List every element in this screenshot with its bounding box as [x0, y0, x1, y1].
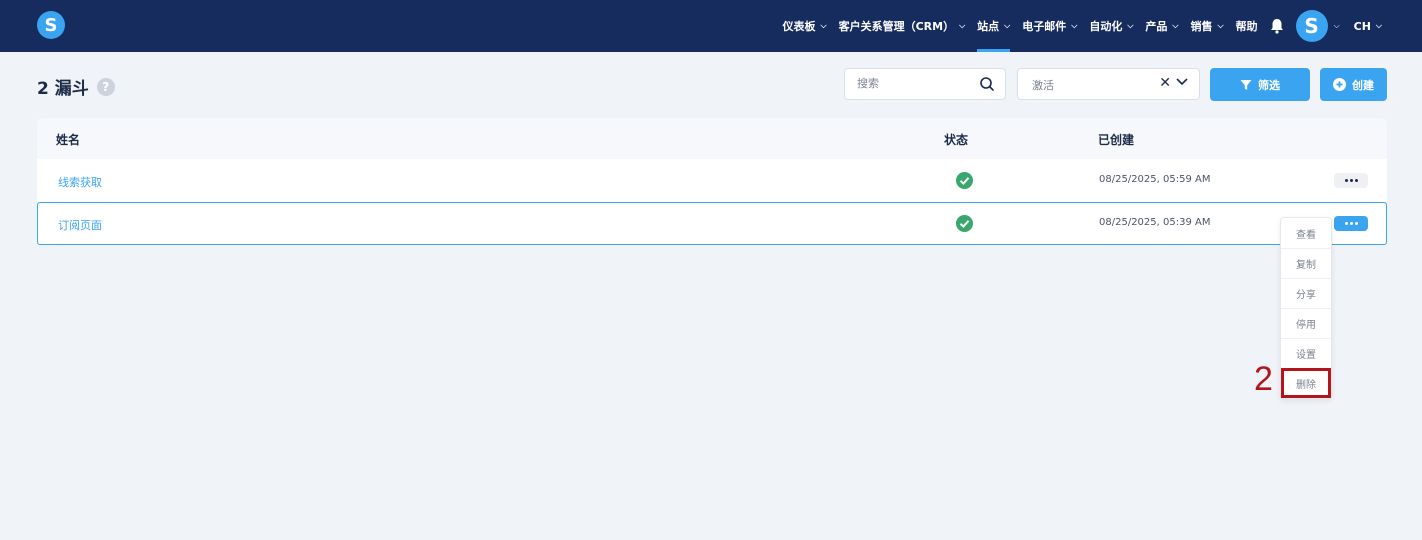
status-check-icon: [956, 215, 973, 236]
row-actions-menu: 查看 复制 分享 停用 设置 删除: [1280, 217, 1332, 399]
nav-item-label: 站点: [977, 20, 1000, 33]
nav-item-label: 产品: [1145, 20, 1168, 33]
language-selector[interactable]: CH ⌵: [1348, 0, 1388, 52]
table-header: 姓名 状态 已创建: [37, 118, 1387, 159]
nav-item-label: 自动化: [1089, 20, 1123, 33]
menu-item-delete[interactable]: 删除: [1281, 368, 1331, 398]
nav-item-automation[interactable]: 自动化 ⌵: [1083, 0, 1139, 52]
funnels-table: 姓名 状态 已创建 线索获取 08/25/2025, 05:59 AM 订阅页面…: [37, 118, 1387, 245]
page-title: 2 漏斗 ?: [37, 74, 115, 99]
chevron-down-icon: ⌵: [1071, 21, 1078, 30]
chevron-down-icon: ⌵: [1004, 21, 1011, 30]
row-actions-button[interactable]: [1334, 216, 1368, 231]
filter-button[interactable]: 筛选: [1210, 68, 1310, 101]
step-annotation: 2: [1254, 360, 1273, 398]
main-nav: 仪表板 ⌵ 客户关系管理（CRM） ⌵ 站点 ⌵ 电子邮件 ⌵ 自动化 ⌵ 产品 ⌵ 销售 ⌵…: [777, 0, 1388, 52]
nav-item-help[interactable]: 帮助: [1230, 0, 1264, 52]
language-label: CH: [1353, 19, 1371, 33]
menu-item-deactivate[interactable]: 停用: [1281, 308, 1331, 338]
bell-icon[interactable]: [1268, 0, 1286, 52]
chevron-down-icon[interactable]: ⌵: [1334, 21, 1340, 31]
table-row[interactable]: 订阅页面 08/25/2025, 05:39 AM: [37, 202, 1387, 245]
filter-button-label: 筛选: [1258, 78, 1280, 92]
create-button[interactable]: 创建: [1320, 68, 1387, 101]
created-date: 08/25/2025, 05:39 AM: [1099, 217, 1211, 228]
funnel-name-link[interactable]: 线索获取: [58, 174, 102, 190]
app-logo[interactable]: S: [37, 11, 65, 39]
search-icon[interactable]: [979, 76, 995, 96]
chevron-down-icon[interactable]: [1175, 74, 1189, 91]
column-header-status[interactable]: 状态: [944, 131, 968, 148]
column-header-created[interactable]: 已创建: [1098, 131, 1134, 148]
created-date: 08/25/2025, 05:59 AM: [1099, 174, 1211, 185]
column-header-name[interactable]: 姓名: [56, 131, 80, 148]
clear-icon[interactable]: ✕: [1159, 75, 1171, 91]
top-navigation-bar: S 仪表板 ⌵ 客户关系管理（CRM） ⌵ 站点 ⌵ 电子邮件 ⌵ 自动化 ⌵ 产品 ⌵ 销…: [0, 0, 1422, 52]
plus-circle-icon: [1333, 78, 1346, 91]
more-dot: [1354, 222, 1358, 225]
menu-item-share[interactable]: 分享: [1281, 278, 1331, 308]
more-dot: [1349, 222, 1353, 225]
search-box: [844, 68, 1006, 100]
nav-item-sites[interactable]: 站点 ⌵: [971, 0, 1016, 52]
more-dot: [1344, 179, 1348, 182]
chevron-down-icon: ⌵: [820, 21, 827, 30]
more-dot: [1349, 179, 1353, 182]
page-title-text: 2 漏斗: [37, 79, 89, 99]
menu-item-settings[interactable]: 设置: [1281, 338, 1331, 368]
funnel-name-link[interactable]: 订阅页面: [58, 217, 102, 233]
nav-item-crm[interactable]: 客户关系管理（CRM） ⌵: [833, 0, 972, 52]
nav-item-email[interactable]: 电子邮件 ⌵: [1016, 0, 1083, 52]
nav-item-dashboard[interactable]: 仪表板 ⌵: [777, 0, 833, 52]
search-input[interactable]: [857, 77, 977, 90]
more-dot: [1344, 222, 1348, 225]
row-actions-button[interactable]: [1334, 173, 1368, 188]
status-filter-value: 激活: [1032, 79, 1054, 92]
create-button-label: 创建: [1352, 78, 1374, 92]
chevron-down-icon: ⌵: [1217, 21, 1224, 30]
nav-item-label: 销售: [1190, 20, 1213, 33]
status-check-icon: [956, 172, 973, 193]
chevron-down-icon: ⌵: [1375, 21, 1382, 30]
menu-item-view[interactable]: 查看: [1281, 218, 1331, 248]
nav-item-label: 电子邮件: [1022, 20, 1067, 33]
menu-item-duplicate[interactable]: 复制: [1281, 248, 1331, 278]
help-icon[interactable]: ?: [96, 77, 115, 96]
chevron-down-icon: ⌵: [1172, 21, 1179, 30]
avatar[interactable]: S: [1295, 10, 1328, 42]
nav-item-label: 仪表板: [782, 20, 816, 33]
filter-icon: [1240, 79, 1252, 90]
chevron-down-icon: ⌵: [1127, 21, 1134, 30]
nav-item-products[interactable]: 产品 ⌵: [1139, 0, 1184, 52]
more-dot: [1354, 179, 1358, 182]
nav-item-label: 帮助: [1235, 20, 1258, 33]
chevron-down-icon: ⌵: [959, 21, 966, 30]
nav-item-label: 客户关系管理（CRM）: [838, 20, 955, 33]
status-filter-select[interactable]: 激活 ✕: [1017, 68, 1200, 100]
table-row[interactable]: 线索获取 08/25/2025, 05:59 AM: [37, 159, 1387, 202]
nav-item-sales[interactable]: 销售 ⌵: [1184, 0, 1229, 52]
